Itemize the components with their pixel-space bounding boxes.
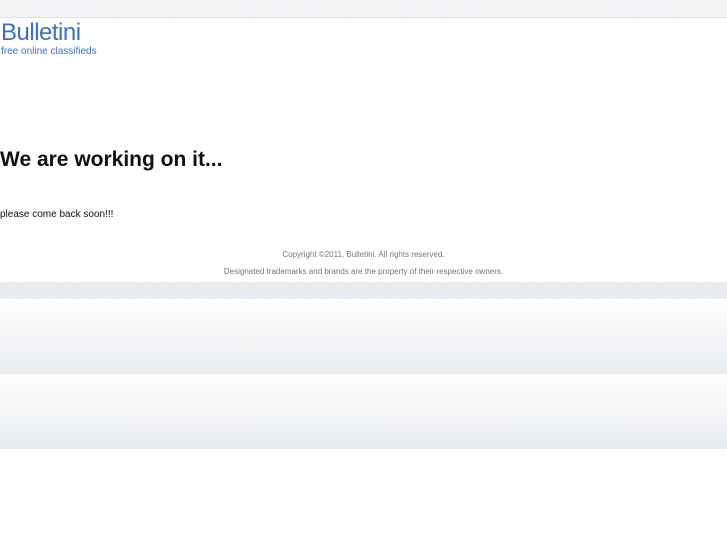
footer: Copyright ©2011, Bulletini. All rights r… — [0, 250, 727, 277]
logo[interactable]: Bulletini free online classifieds — [1, 20, 97, 58]
status-message: please come back soon!!! — [0, 209, 114, 220]
trademarks-text: Designated trademarks and brands are the… — [223, 267, 504, 276]
copyright-text: Copyright ©2011, Bulletini. All rights r… — [282, 250, 445, 259]
page-heading: We are working on it... — [0, 148, 223, 171]
decorative-band — [0, 374, 727, 449]
page: Bulletini free online classifieds We are… — [0, 0, 727, 545]
decorative-band — [0, 282, 727, 299]
logo-title: Bulletini — [1, 19, 81, 46]
decorative-band — [0, 299, 727, 374]
top-bar — [0, 0, 727, 18]
logo-tagline: free online classifieds — [1, 46, 97, 57]
